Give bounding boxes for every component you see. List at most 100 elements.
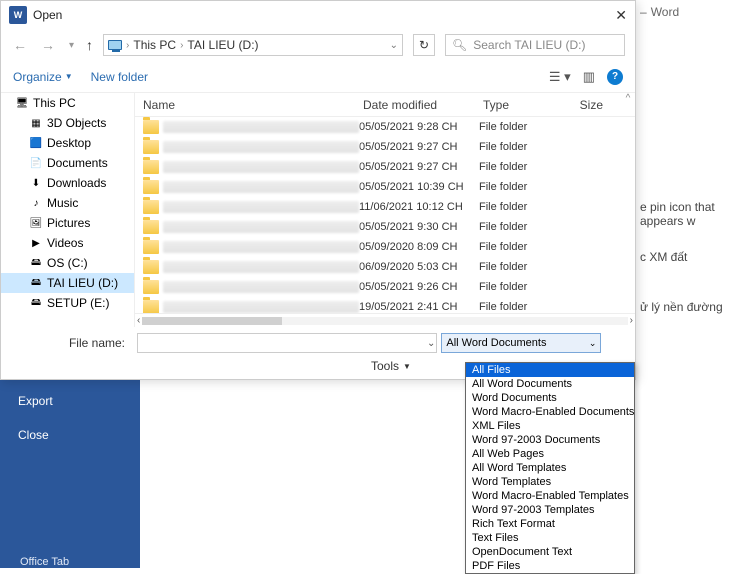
- backstage-close[interactable]: Close: [0, 418, 140, 452]
- music-icon: ♪: [29, 197, 43, 209]
- folder-icon: [143, 300, 159, 313]
- bg-hint-1: e pin icon that appears w: [640, 200, 750, 228]
- file-name-redacted: [163, 301, 359, 313]
- cell-type: File folder: [479, 181, 569, 193]
- horizontal-scrollbar[interactable]: ‹ ›: [135, 313, 635, 327]
- filter-option[interactable]: Word Macro-Enabled Templates: [466, 489, 634, 503]
- filter-option[interactable]: All Web Pages: [466, 447, 634, 461]
- sidebar-item[interactable]: 🖴OS (C:): [1, 253, 134, 273]
- word-app-icon: W: [9, 6, 27, 24]
- filename-label: File name:: [11, 336, 131, 350]
- backstage-export[interactable]: Export: [0, 384, 140, 418]
- filter-option[interactable]: XML Files: [466, 419, 634, 433]
- sidebar-item[interactable]: 🖼Pictures: [1, 213, 134, 233]
- recent-dropdown[interactable]: ▾: [67, 38, 76, 53]
- col-size[interactable]: Size: [573, 98, 613, 112]
- organize-button[interactable]: Organize▼: [13, 70, 73, 84]
- scroll-left-icon[interactable]: ‹: [137, 315, 140, 326]
- sidebar-item[interactable]: 🖥This PC: [1, 93, 134, 113]
- sidebar-item-label: Desktop: [47, 136, 91, 150]
- forward-button[interactable]: →: [39, 35, 57, 55]
- file-name-redacted: [163, 281, 359, 293]
- sidebar-item-label: 3D Objects: [47, 116, 106, 130]
- sidebar-item-label: Videos: [47, 236, 83, 250]
- file-type-filter[interactable]: All Word Documents ⌄: [441, 333, 601, 353]
- sidebar-item[interactable]: 📄Documents: [1, 153, 134, 173]
- path-dropdown-icon[interactable]: ⌄: [390, 40, 398, 51]
- filter-option[interactable]: All Word Templates: [466, 461, 634, 475]
- filename-input[interactable]: [137, 333, 437, 353]
- filter-option[interactable]: OpenDocument Text: [466, 545, 634, 559]
- sidebar-item[interactable]: 🖴SETUP (E:): [1, 293, 134, 313]
- filter-option[interactable]: Word Macro-Enabled Documents: [466, 405, 634, 419]
- breadcrumb-drive[interactable]: TAI LIEU (D:): [187, 38, 258, 52]
- filename-dropdown-icon[interactable]: ⌄: [427, 338, 435, 349]
- table-row[interactable]: 05/05/2021 9:30 CH File folder: [135, 217, 635, 237]
- chevron-right-icon: ›: [180, 40, 183, 51]
- table-row[interactable]: 05/05/2021 10:39 CH File folder: [135, 177, 635, 197]
- sidebar-item[interactable]: ▶ Videos: [1, 233, 134, 253]
- table-row[interactable]: 05/05/2021 9:27 CH File folder: [135, 157, 635, 177]
- filter-option[interactable]: Word 97-2003 Documents: [466, 433, 634, 447]
- filter-option[interactable]: All Files: [466, 363, 634, 377]
- file-type-dropdown[interactable]: All FilesAll Word DocumentsWord Document…: [465, 362, 635, 574]
- address-bar[interactable]: › This PC › TAI LIEU (D:) ⌄: [103, 34, 403, 56]
- table-row[interactable]: 19/05/2021 2:41 CH File folder: [135, 297, 635, 313]
- filter-option[interactable]: Word Templates: [466, 475, 634, 489]
- chevron-down-icon: ▼: [65, 72, 73, 81]
- pc-icon: [108, 40, 122, 50]
- filter-option[interactable]: Rich Text Format: [466, 517, 634, 531]
- new-folder-button[interactable]: New folder: [91, 70, 148, 84]
- table-row[interactable]: 05/05/2021 9:28 CH File folder: [135, 117, 635, 137]
- sidebar-item[interactable]: 🖴TAI LIEU (D:): [1, 273, 134, 293]
- down-icon: ⬇: [29, 177, 43, 189]
- col-name[interactable]: Name: [143, 98, 363, 112]
- view-mode-button[interactable]: ☰ ▾: [549, 69, 571, 85]
- filter-option[interactable]: Word Documents: [466, 391, 634, 405]
- filter-option[interactable]: Word 97-2003 Templates: [466, 503, 634, 517]
- col-date[interactable]: Date modified: [363, 98, 483, 112]
- filter-option[interactable]: Text Files: [466, 531, 634, 545]
- drive-icon: 🖴: [29, 257, 43, 269]
- backstage-office-tab[interactable]: Office Tab: [20, 556, 69, 568]
- file-name-redacted: [163, 161, 359, 173]
- scroll-up-icon[interactable]: ^: [621, 93, 635, 104]
- breadcrumb-this-pc[interactable]: This PC: [133, 38, 176, 52]
- nav-tree: 🖥This PC▦3D Objects🟦Desktop📄Documents ⬇ Do…: [1, 93, 135, 327]
- close-button[interactable]: ✕: [615, 7, 627, 24]
- sidebar-item-label: Pictures: [47, 216, 90, 230]
- scroll-thumb[interactable]: [142, 317, 282, 325]
- cell-type: File folder: [479, 241, 569, 253]
- help-button[interactable]: ?: [607, 69, 623, 85]
- col-type[interactable]: Type: [483, 98, 573, 112]
- video-icon: ▶: [29, 237, 43, 249]
- folder-icon: [143, 260, 159, 274]
- cell-type: File folder: [479, 161, 569, 173]
- back-button[interactable]: ←: [11, 35, 29, 55]
- sidebar-item-label: Downloads: [47, 176, 106, 190]
- folder-icon: [143, 240, 159, 254]
- drive-icon: 🖴: [29, 277, 43, 289]
- preview-pane-button[interactable]: ▥: [583, 69, 595, 85]
- sidebar-item[interactable]: ⬇ Downloads: [1, 173, 134, 193]
- drive-icon: 🖴: [29, 297, 43, 309]
- search-input[interactable]: 🔍︎ Search TAI LIEU (D:): [445, 34, 625, 56]
- table-row[interactable]: 11/06/2021 10:12 CH File folder: [135, 197, 635, 217]
- filter-option[interactable]: PDF Files: [466, 559, 634, 573]
- filter-option[interactable]: All Word Documents: [466, 377, 634, 391]
- tools-button[interactable]: Tools ▼: [371, 359, 411, 373]
- cell-type: File folder: [479, 141, 569, 153]
- refresh-button[interactable]: ↻: [413, 34, 435, 56]
- dialog-title: Open: [33, 8, 62, 22]
- sidebar-item[interactable]: ♪Music: [1, 193, 134, 213]
- sidebar-item[interactable]: ▦3D Objects: [1, 113, 134, 133]
- chevron-right-icon: ›: [126, 40, 129, 51]
- table-row[interactable]: 05/05/2021 9:27 CH File folder: [135, 137, 635, 157]
- scroll-right-icon[interactable]: ›: [630, 315, 633, 326]
- up-button[interactable]: ↑: [86, 37, 93, 53]
- scroll-track[interactable]: [142, 317, 627, 325]
- sidebar-item[interactable]: 🟦Desktop: [1, 133, 134, 153]
- table-row[interactable]: 05/09/2020 8:09 CH File folder: [135, 237, 635, 257]
- table-row[interactable]: 05/05/2021 9:26 CH File folder: [135, 277, 635, 297]
- table-row[interactable]: 06/09/2020 5:03 CH File folder: [135, 257, 635, 277]
